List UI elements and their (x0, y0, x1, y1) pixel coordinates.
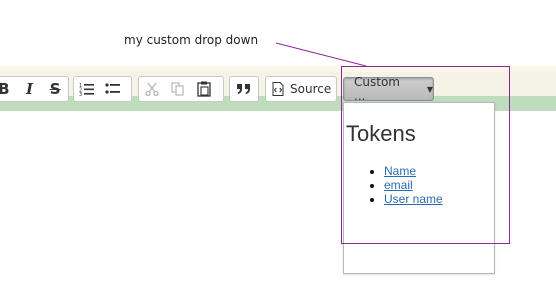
bold-button[interactable]: B (0, 77, 17, 101)
custom-dropdown-button[interactable]: Custom ... ▼ (343, 75, 434, 103)
bulleted-list-icon (105, 83, 120, 94)
basic-styles-group: B I S (0, 76, 69, 102)
blockquote-button[interactable] (230, 77, 258, 101)
token-list-item: User name (384, 192, 443, 206)
strikethrough-icon: S (49, 80, 61, 98)
token-list-item: Name (384, 164, 443, 178)
screenshot-root: B I S 1 2 3 Source Custom ... ▼ Tokens •… (0, 0, 556, 292)
bulleted-list-button[interactable] (100, 77, 126, 101)
strikethrough-button[interactable]: S (42, 77, 68, 101)
source-button[interactable]: Source (265, 76, 337, 102)
cut-button[interactable] (139, 77, 165, 101)
italic-button[interactable]: I (17, 77, 43, 101)
token-list: Name email User name (344, 164, 443, 206)
paste-icon (197, 81, 211, 97)
bold-icon: B (0, 80, 10, 98)
token-link-user-name[interactable]: User name (384, 192, 443, 206)
token-list-item: email (384, 178, 443, 192)
blockquote-group (229, 76, 259, 102)
source-button-label: Source (290, 82, 332, 96)
tokens-heading: Tokens (346, 121, 416, 146)
list-group: 1 2 3 (73, 76, 132, 102)
caret-down-icon: ▼ (426, 84, 433, 94)
token-link-email[interactable]: email (384, 178, 413, 192)
source-document-icon (272, 82, 284, 96)
numbered-list-icon: 1 2 3 (79, 83, 94, 96)
custom-dropdown-panel: Tokens Name email User name (343, 102, 495, 274)
annotation-label: my custom drop down (124, 33, 259, 47)
copy-icon (171, 82, 184, 96)
copy-button[interactable] (165, 77, 191, 101)
clipboard-group (138, 76, 224, 102)
cut-icon (145, 82, 159, 96)
italic-icon: I (25, 80, 34, 98)
numbered-list-button[interactable]: 1 2 3 (74, 77, 100, 101)
custom-dropdown-label: Custom ... (354, 75, 400, 103)
paste-button[interactable] (191, 77, 217, 101)
token-link-name[interactable]: Name (384, 164, 416, 178)
blockquote-icon (237, 84, 250, 94)
svg-text:3: 3 (79, 92, 82, 96)
